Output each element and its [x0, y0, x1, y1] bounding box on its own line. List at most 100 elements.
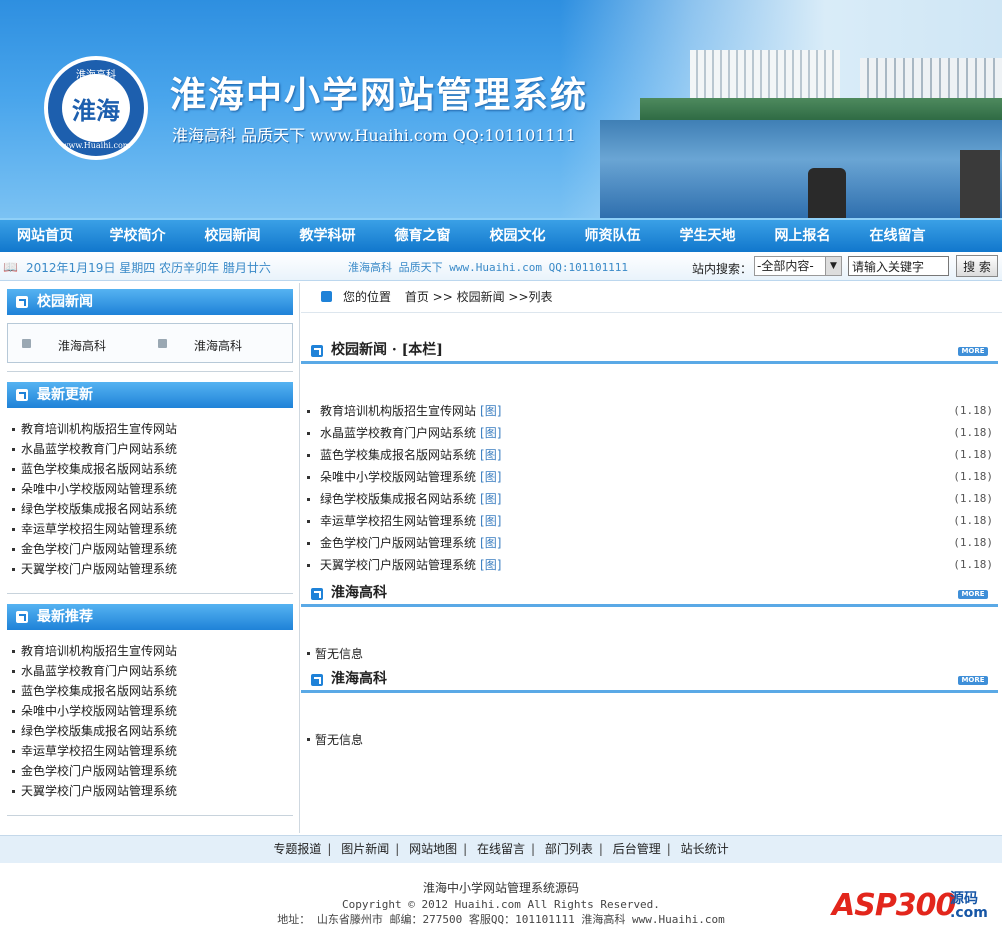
nav-home[interactable]: 网站首页	[0, 220, 90, 252]
separator: |	[598, 842, 603, 856]
news-title[interactable]: 金色学校门户版网站管理系统	[320, 536, 476, 550]
sidebar-heading-campus-news: 校园新闻	[7, 289, 293, 315]
image-tag: [图]	[480, 448, 502, 462]
nav-campus-news[interactable]: 校园新闻	[185, 220, 280, 252]
image-tag: [图]	[480, 470, 502, 484]
footer-links: 专题报道 | 图片新闻 | 网站地图 | 在线留言 | 部门列表 | 后台管理 | 站长统计	[0, 835, 1002, 863]
list-item[interactable]: 幸运草学校招生网站管理系统	[12, 519, 177, 539]
square-bullet-icon	[158, 339, 167, 348]
list-item[interactable]: 天翼学校门户版网站管理系统	[12, 559, 177, 579]
list-item[interactable]: 金色学校门户版网站管理系统	[12, 539, 177, 559]
watermark-suffix-2: .com	[950, 905, 988, 921]
list-item[interactable]: 绿色学校版集成报名网站系统	[12, 721, 177, 741]
news-title[interactable]: 天翼学校门户版网站管理系统	[320, 558, 476, 572]
list-item[interactable]: 天翼学校门户版网站管理系统	[12, 781, 177, 801]
image-tag: [图]	[480, 536, 502, 550]
news-date: (1.18)	[953, 558, 993, 571]
news-item[interactable]: 绿色学校版集成报名网站系统 [图] (1.18)	[307, 488, 997, 510]
news-item[interactable]: 天翼学校门户版网站管理系统 [图] (1.18)	[307, 554, 997, 576]
more-button[interactable]: MORE	[958, 590, 988, 599]
news-title[interactable]: 朵唯中小学校版网站管理系统	[320, 470, 476, 484]
section-heading-huaihi: 淮海高科 MORE	[301, 579, 998, 607]
site-title: 淮海中小学网站管理系统	[170, 74, 589, 116]
watermark-logo: ASP300 源码 .com	[832, 872, 998, 924]
footer-link[interactable]: 专题报道	[273, 842, 321, 856]
footer-link[interactable]: 图片新闻	[341, 842, 389, 856]
chevron-down-icon[interactable]: ▼	[825, 257, 841, 275]
news-item[interactable]: 水晶蓝学校教育门户网站系统 [图] (1.18)	[307, 422, 997, 444]
nav-culture[interactable]: 校园文化	[470, 220, 565, 252]
watermark-brand: ASP300	[832, 888, 956, 923]
nav-students[interactable]: 学生天地	[660, 220, 755, 252]
image-tag: [图]	[480, 492, 502, 506]
footer-link[interactable]: 部门列表	[545, 842, 593, 856]
subcategory-link[interactable]: 淮海高科	[58, 337, 106, 354]
news-item[interactable]: 朵唯中小学校版网站管理系统 [图] (1.18)	[307, 466, 997, 488]
arrow-icon	[311, 674, 323, 686]
main-nav: 网站首页 学校简介 校园新闻 教学科研 德育之窗 校园文化 师资队伍 学生天地 …	[0, 218, 1002, 252]
news-item[interactable]: 金色学校门户版网站管理系统 [图] (1.18)	[307, 532, 997, 554]
marquee-text: 淮海高科 品质天下 www.Huaihi.com QQ:101101111	[348, 261, 629, 274]
separator: |	[531, 842, 536, 856]
news-item[interactable]: 幸运草学校招生网站管理系统 [图] (1.18)	[307, 510, 997, 532]
bollard	[960, 150, 1000, 218]
news-title[interactable]: 水晶蓝学校教育门户网站系统	[320, 426, 476, 440]
image-tag: [图]	[480, 514, 502, 528]
list-item[interactable]: 教育培训机构版招生宣传网站	[12, 641, 177, 661]
footer-link[interactable]: 在线留言	[477, 842, 525, 856]
header-banner: 淮海高科 淮海 www.Huaihi.com 淮海中小学网站管理系统 淮海高科 …	[0, 0, 1002, 218]
image-tag: [图]	[480, 558, 502, 572]
logo-ring-bottom: www.Huaihi.com	[61, 141, 131, 150]
arrow-icon	[311, 345, 323, 357]
more-button[interactable]: MORE	[958, 676, 988, 685]
search-button[interactable]: 搜 索	[956, 255, 998, 277]
search-input[interactable]	[848, 256, 949, 276]
footer-link[interactable]: 网站地图	[409, 842, 457, 856]
breadcrumb-prefix: 您的位置	[343, 290, 392, 304]
news-title[interactable]: 教育培训机构版招生宣传网站	[320, 404, 476, 418]
footer-link[interactable]: 后台管理	[613, 842, 661, 856]
list-item[interactable]: 蓝色学校集成报名版网站系统	[12, 681, 177, 701]
news-date: (1.18)	[953, 426, 993, 439]
nav-guestbook[interactable]: 在线留言	[850, 220, 945, 252]
date-text: 2012年1月19日 星期四 农历辛卯年 腊月廿六	[26, 261, 271, 275]
separator: |	[327, 842, 332, 856]
sidebar-heading-label: 校园新闻	[37, 294, 93, 310]
more-button[interactable]: MORE	[958, 347, 988, 356]
main-content: 您的位置 首页 >> 校园新闻 >>列表 校园新闻 · [本栏] MORE 教育…	[301, 283, 1002, 833]
section-heading-huaihi-2: 淮海高科 MORE	[301, 665, 998, 693]
list-item[interactable]: 幸运草学校招生网站管理系统	[12, 741, 177, 761]
nav-signup[interactable]: 网上报名	[755, 220, 850, 252]
list-item[interactable]: 水晶蓝学校教育门户网站系统	[12, 439, 177, 459]
subcategory-link[interactable]: 淮海高科	[194, 337, 242, 354]
news-title[interactable]: 蓝色学校集成报名版网站系统	[320, 448, 476, 462]
section-heading-news: 校园新闻 · [本栏] MORE	[301, 336, 998, 364]
breadcrumb: 您的位置 首页 >> 校园新闻 >>列表	[301, 283, 1002, 313]
book-icon: 📖	[3, 260, 18, 274]
arrow-icon	[16, 611, 28, 623]
site-logo[interactable]: 淮海高科 淮海 www.Huaihi.com	[44, 56, 148, 160]
list-item[interactable]: 金色学校门户版网站管理系统	[12, 761, 177, 781]
list-item[interactable]: 朵唯中小学校版网站管理系统	[12, 701, 177, 721]
search-scope-select[interactable]: -全部内容- ▼	[754, 256, 842, 276]
nav-about[interactable]: 学校简介	[90, 220, 185, 252]
breadcrumb-path[interactable]: 首页 >> 校园新闻 >>列表	[405, 290, 553, 304]
nav-moral[interactable]: 德育之窗	[375, 220, 470, 252]
news-list: 教育培训机构版招生宣传网站 [图] (1.18) 水晶蓝学校教育门户网站系统 [图] (…	[307, 400, 997, 576]
subcategory-box: 淮海高科 淮海高科	[7, 323, 293, 363]
news-title[interactable]: 幸运草学校招生网站管理系统	[320, 514, 476, 528]
campus-trees	[640, 98, 1002, 120]
search-label: 站内搜索：	[692, 262, 753, 276]
news-title[interactable]: 绿色学校版集成报名网站系统	[320, 492, 476, 506]
list-item[interactable]: 朵唯中小学校版网站管理系统	[12, 479, 177, 499]
list-item[interactable]: 教育培训机构版招生宣传网站	[12, 419, 177, 439]
list-item[interactable]: 绿色学校版集成报名网站系统	[12, 499, 177, 519]
list-item[interactable]: 蓝色学校集成报名版网站系统	[12, 459, 177, 479]
news-item[interactable]: 教育培训机构版招生宣传网站 [图] (1.18)	[307, 400, 997, 422]
nav-teachers[interactable]: 师资队伍	[565, 220, 660, 252]
news-date: (1.18)	[953, 536, 993, 549]
nav-teaching[interactable]: 教学科研	[280, 220, 375, 252]
footer-link[interactable]: 站长统计	[681, 842, 729, 856]
news-item[interactable]: 蓝色学校集成报名版网站系统 [图] (1.18)	[307, 444, 997, 466]
list-item[interactable]: 水晶蓝学校教育门户网站系统	[12, 661, 177, 681]
